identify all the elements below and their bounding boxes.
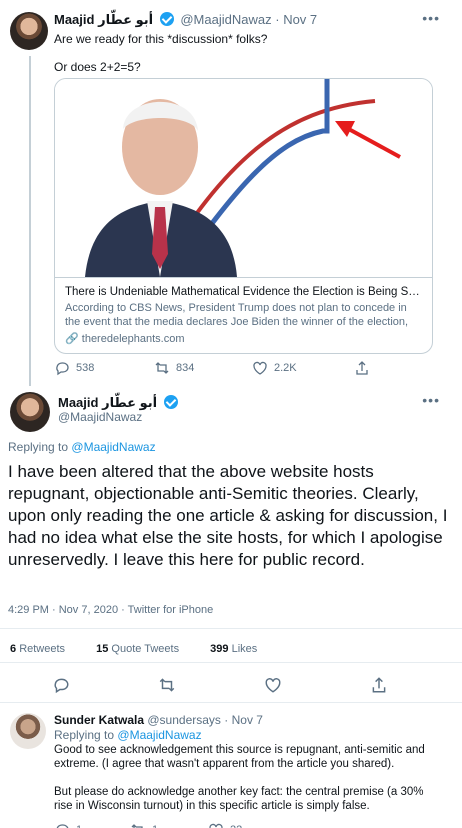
tweet-text-line2: Or does 2+2=5? — [54, 60, 141, 74]
author-handle[interactable]: @sundersays — [147, 713, 221, 727]
like-count: 22 — [230, 824, 242, 828]
author-name[interactable]: Maajid — [58, 395, 98, 410]
avatar[interactable] — [10, 392, 50, 432]
tweet-text-line1: Are we ready for this *discussion* folks… — [54, 32, 268, 46]
replying-to-link[interactable]: @MaajidNawaz — [117, 728, 201, 742]
like-button[interactable]: 2.2K — [252, 360, 297, 376]
retweet-count: 834 — [176, 362, 195, 374]
heart-icon[interactable] — [264, 676, 282, 694]
replying-to: Replying to @MaajidNawaz — [8, 440, 156, 454]
share-icon — [356, 361, 368, 375]
reply-icon — [56, 824, 69, 828]
tweet-paragraph: Good to see acknowledgement this source … — [54, 744, 425, 770]
reply-icon[interactable] — [52, 676, 70, 694]
divider — [0, 662, 462, 663]
tweet-actions — [0, 676, 462, 698]
link-icon: 🔗 — [65, 333, 79, 345]
quote-tweets-stat[interactable]: 15 Quote Tweets — [96, 643, 193, 655]
retweet-count: 1 — [152, 824, 158, 828]
tweet-actions: 1 1 22 — [54, 822, 434, 828]
retweet-icon — [155, 362, 169, 374]
author-name[interactable]: Maajid — [54, 12, 94, 27]
share-icon[interactable] — [370, 676, 388, 694]
heart-icon — [209, 823, 223, 828]
retweet-button[interactable]: 834 — [154, 360, 194, 376]
retweet-icon[interactable] — [158, 676, 176, 694]
retweets-stat[interactable]: 6 Retweets — [10, 643, 79, 655]
tweet-text: Good to see acknowledgement this source … — [54, 743, 436, 827]
author-name-arabic[interactable]: أبو عطّار — [102, 395, 157, 410]
card-image — [55, 79, 432, 277]
tweet-time[interactable]: Nov 7 — [283, 12, 317, 27]
tweet-1[interactable]: Maajid أبو عطّار @MaajidNawaz · Nov 7 ••… — [0, 0, 462, 386]
reply-icon — [56, 362, 69, 376]
replying-to: Replying to @MaajidNawaz — [54, 728, 202, 742]
tweet-actions: 538 834 2.2K — [54, 360, 434, 380]
tweet-stats: 6 Retweets 15 Quote Tweets 399 Likes — [10, 643, 285, 655]
verified-icon — [163, 395, 178, 409]
reply-button[interactable]: 538 — [54, 360, 94, 376]
tweet-meta[interactable]: 4:29 PM · Nov 7, 2020 · Twitter for iPho… — [8, 604, 213, 616]
link-card[interactable]: There is Undeniable Mathematical Evidenc… — [54, 78, 433, 354]
retweet-icon — [131, 824, 143, 828]
likes-stat[interactable]: 399 Likes — [210, 643, 271, 655]
card-caption: There is Undeniable Mathematical Evidenc… — [55, 277, 432, 353]
tweet-text: I have been altered that the above websi… — [8, 462, 448, 569]
author-name[interactable]: Sunder Katwala — [54, 713, 144, 727]
author-handle[interactable]: @MaajidNawaz — [180, 12, 271, 27]
like-button[interactable]: 22 — [208, 822, 242, 828]
card-title: There is Undeniable Mathematical Evidenc… — [65, 286, 422, 298]
tweet-header: Maajid أبو عطّار — [58, 395, 181, 411]
thread-line — [29, 56, 31, 386]
card-domain: 🔗 theredelephants.com — [65, 333, 185, 345]
more-options-icon[interactable]: ••• — [422, 10, 440, 26]
avatar[interactable] — [10, 713, 46, 749]
card-description: According to CBS News, President Trump d… — [65, 302, 409, 328]
author-handle[interactable]: @MaajidNawaz — [58, 410, 142, 424]
divider — [0, 628, 462, 629]
verified-icon — [159, 12, 174, 26]
author-name-arabic[interactable]: أبو عطّار — [98, 12, 153, 27]
more-options-icon[interactable]: ••• — [422, 392, 440, 408]
heart-icon — [253, 361, 267, 375]
avatar[interactable] — [10, 12, 48, 50]
tweet-time[interactable]: Nov 7 — [232, 713, 263, 727]
reply-count: 1 — [76, 824, 82, 828]
tweet-2-focused: Maajid أبو عطّار @MaajidNawaz ••• Replyi… — [0, 386, 462, 702]
tweet-paragraph: But please do acknowledge another key fa… — [54, 786, 424, 812]
retweet-button[interactable]: 1 — [130, 822, 158, 828]
reply-button[interactable]: 1 — [54, 822, 82, 828]
replying-to-link[interactable]: @MaajidNawaz — [71, 440, 155, 454]
reply-count: 538 — [76, 362, 95, 374]
tweet-3[interactable]: Sunder Katwala @sundersays · Nov 7 Reply… — [0, 703, 462, 828]
tweet-header: Sunder Katwala @sundersays · Nov 7 — [54, 713, 263, 727]
like-count: 2.2K — [274, 362, 297, 374]
share-button[interactable] — [354, 360, 370, 376]
tweet-header: Maajid أبو عطّار @MaajidNawaz · Nov 7 — [54, 12, 318, 27]
